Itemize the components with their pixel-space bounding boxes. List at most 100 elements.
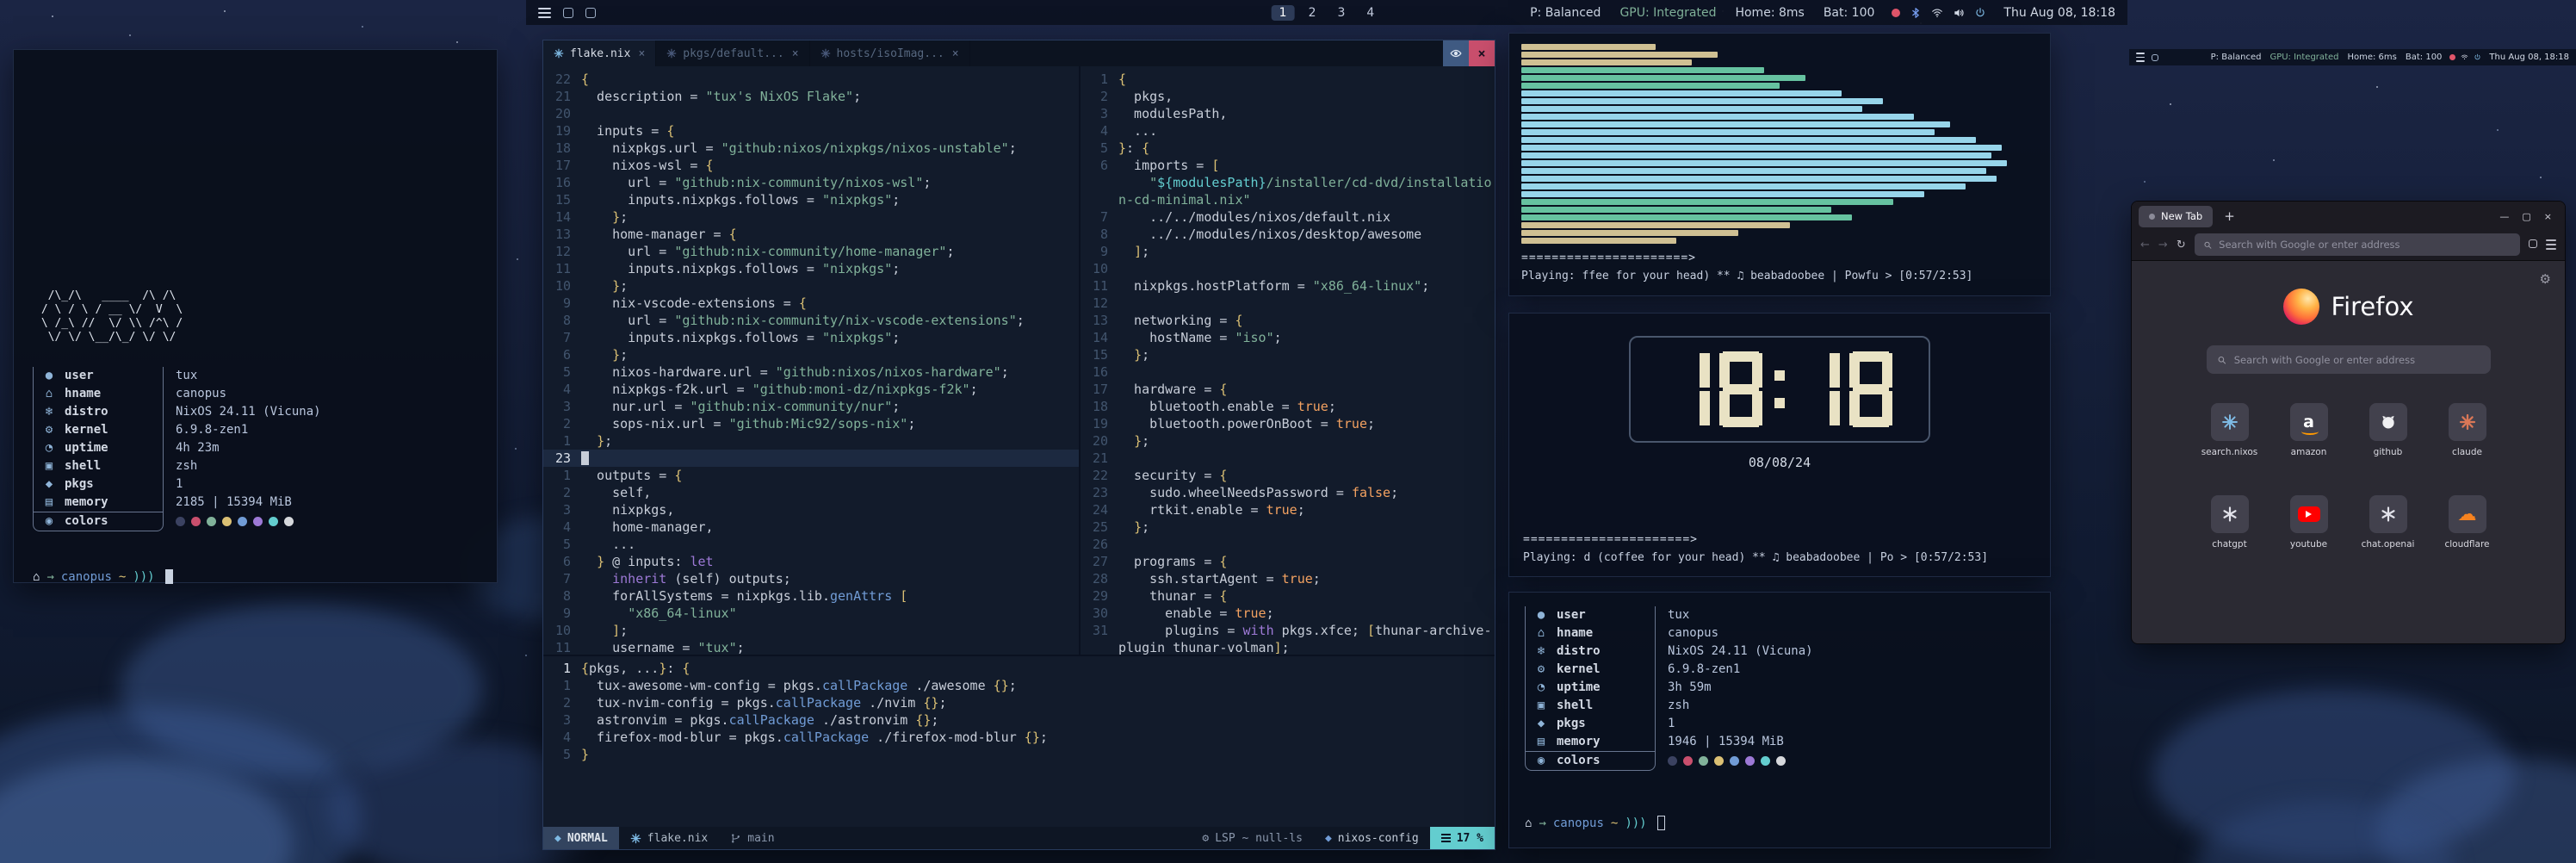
code-line[interactable]: 12	[1081, 295, 1495, 312]
tray-apps-icon[interactable]	[2152, 54, 2158, 61]
editor-pane-flake[interactable]: 22{ 21 description = "tux's NixOS Flake"…	[543, 66, 1081, 655]
personalize-gear-icon[interactable]: ⚙	[2540, 271, 2551, 287]
code-line[interactable]: 4 home-manager,	[543, 518, 1079, 536]
editor-tab[interactable]: pkgs/default... ×	[656, 40, 809, 66]
address-bar[interactable]	[2195, 233, 2520, 256]
code-line[interactable]: 26	[1081, 536, 1495, 553]
code-line[interactable]: 7 ../../modules/nixos/default.nix	[1081, 208, 1495, 226]
code-line[interactable]: 10 ];	[543, 622, 1079, 639]
editor-tab[interactable]: hosts/isoImag... ×	[810, 40, 970, 66]
code-line[interactable]: 21 description = "tux's NixOS Flake";	[543, 88, 1079, 105]
symbols-eye-button[interactable]	[1443, 40, 1469, 66]
code-line[interactable]: 4 ...	[1081, 122, 1495, 140]
code-line[interactable]: 4 firefox-mod-blur = pkgs.callPackage ./…	[543, 729, 1495, 746]
shortcut-tile[interactable]: a ☁ cloudflare	[2428, 495, 2507, 549]
forward-icon[interactable]: →	[2158, 239, 2168, 251]
code-line[interactable]: 16	[1081, 363, 1495, 381]
code-line[interactable]: 11 inputs.nixpkgs.follows = "nixpkgs";	[543, 260, 1079, 277]
code-line[interactable]: 1 };	[543, 432, 1079, 450]
shortcut-tile[interactable]: a ☁ amazon	[2269, 403, 2349, 457]
code-line[interactable]: "${modulesPath}/installer/cd-dvd/install…	[1081, 174, 1495, 191]
code-line[interactable]: 7 inputs.nixpkgs.follows = "nixpkgs";	[543, 329, 1079, 346]
buffer-close-button[interactable]: ×	[1469, 40, 1495, 66]
code-line[interactable]: 9 "x86_64-linux"	[543, 605, 1079, 622]
code-line[interactable]: 7 inherit (self) outputs;	[543, 570, 1079, 587]
code-line[interactable]: 13 home-manager = {	[543, 226, 1079, 243]
code-line[interactable]: 1{pkgs, ...}: {	[543, 660, 1495, 677]
code-line[interactable]: 18 bluetooth.enable = true;	[1081, 398, 1495, 415]
code-line[interactable]: 15 inputs.nixpkgs.follows = "nixpkgs";	[543, 191, 1079, 208]
reload-icon[interactable]: ↻	[2177, 239, 2186, 251]
close-button[interactable]: ×	[2544, 211, 2552, 222]
shortcut-tile[interactable]: a ☁ chatgpt	[2190, 495, 2269, 549]
code-line[interactable]: 9 nix-vscode-extensions = {	[543, 295, 1079, 312]
shortcut-tile[interactable]: a ☁ github	[2349, 403, 2428, 457]
code-line[interactable]: 22 security = {	[1081, 467, 1495, 484]
volume-icon[interactable]	[1953, 7, 1965, 19]
workspace-tag[interactable]: 2	[1301, 5, 1324, 21]
code-line[interactable]: 2 tux-nvim-config = pkgs.callPackage ./n…	[543, 694, 1495, 711]
code-line[interactable]: 31 plugins = with pkgs.xfce; [thunar-arc…	[1081, 622, 1495, 639]
code-line[interactable]: 8 forAllSystems = nixpkgs.lib.genAttrs [	[543, 587, 1079, 605]
wifi-icon[interactable]	[1931, 7, 1943, 19]
newtab-search-input[interactable]	[2234, 354, 2480, 366]
code-line[interactable]: 6 };	[543, 346, 1079, 363]
code-line[interactable]: 3 nixpkgs,	[543, 501, 1079, 518]
code-line[interactable]: 2 pkgs,	[1081, 88, 1495, 105]
code-line[interactable]: 15 };	[1081, 346, 1495, 363]
code-line[interactable]: 30 enable = true;	[1081, 605, 1495, 622]
code-line[interactable]: 14 hostName = "iso";	[1081, 329, 1495, 346]
code-line[interactable]: 3 modulesPath,	[1081, 105, 1495, 122]
code-line[interactable]: 24 rtkit.enable = true;	[1081, 501, 1495, 518]
shortcut-tile[interactable]: a ☁ claude	[2428, 403, 2507, 457]
code-line[interactable]: 1 tux-awesome-wm-config = pkgs.callPacka…	[543, 677, 1495, 694]
code-line[interactable]: 5}: {	[1081, 140, 1495, 157]
browser-tab[interactable]: New Tab	[2139, 206, 2213, 227]
url-input[interactable]	[2219, 239, 2511, 251]
wifi-icon[interactable]	[2461, 53, 2468, 61]
code-line[interactable]: 23 sudo.wheelNeedsPassword = false;	[1081, 484, 1495, 501]
git-branch-segment[interactable]: main	[719, 827, 785, 849]
code-line[interactable]: 20	[543, 105, 1079, 122]
editor-tab[interactable]: flake.nix ×	[543, 40, 656, 66]
code-line[interactable]: 10 };	[543, 277, 1079, 295]
code-line[interactable]: plugin thunar-volman];	[1081, 639, 1495, 655]
shortcut-tile[interactable]: a ☁ search.nixos	[2190, 403, 2269, 457]
code-line[interactable]: 11 username = "tux";	[543, 639, 1079, 655]
code-line[interactable]: 14 };	[543, 208, 1079, 226]
menu-icon[interactable]	[2136, 53, 2145, 62]
code-line[interactable]: 3 nur.url = "github:nix-community/nur";	[543, 398, 1079, 415]
maximize-button[interactable]: ▢	[2522, 211, 2530, 222]
code-line[interactable]: 21	[1081, 450, 1495, 467]
workspace-tag[interactable]: 4	[1359, 5, 1382, 21]
code-line[interactable]: 19 bluetooth.powerOnBoot = true;	[1081, 415, 1495, 432]
app-menu-icon[interactable]	[2546, 239, 2556, 250]
tab-close-icon[interactable]: ×	[790, 47, 799, 60]
code-line[interactable]: 6 } @ inputs: let	[543, 553, 1079, 570]
code-line[interactable]: 19 inputs = {	[543, 122, 1079, 140]
editor-pane-iso[interactable]: 1{ 2 pkgs, 3 modulesPath, 4 ... 5}: { 6 …	[1081, 66, 1495, 655]
code-line[interactable]: 27 programs = {	[1081, 553, 1495, 570]
workspace-tag[interactable]: 3	[1330, 5, 1353, 21]
code-line[interactable]: 1 outputs = {	[543, 467, 1079, 484]
code-line[interactable]: 2 sops-nix.url = "github:Mic92/sops-nix"…	[543, 415, 1079, 432]
code-line[interactable]: 5 ...	[543, 536, 1079, 553]
code-line[interactable]: 6 imports = [	[1081, 157, 1495, 174]
clock-text[interactable]: Thu Aug 08, 18:18	[2003, 6, 2115, 20]
code-line[interactable]: 18 nixpkgs.url = "github:nixos/nixpkgs/n…	[543, 140, 1079, 157]
bluetooth-icon[interactable]	[1910, 7, 1922, 19]
editor-pane-pkgs[interactable]: 1{pkgs, ...}: { 1 tux-awesome-wm-config …	[543, 656, 1495, 827]
power-icon[interactable]	[1974, 7, 1986, 19]
shortcut-tile[interactable]: a ☁ chat.openai	[2349, 495, 2428, 549]
code-line[interactable]: 5}	[543, 746, 1495, 763]
tray-apps-icon[interactable]	[563, 8, 573, 18]
code-line[interactable]: 9 ];	[1081, 243, 1495, 260]
clock-text[interactable]: Thu Aug 08, 18:18	[2489, 53, 2569, 62]
code-line[interactable]: 8 ../../modules/nixos/desktop/awesome	[1081, 226, 1495, 243]
code-line[interactable]: 28 ssh.startAgent = true;	[1081, 570, 1495, 587]
tab-close-icon[interactable]: ×	[636, 47, 645, 60]
shortcut-tile[interactable]: a ☁ youtube	[2269, 495, 2349, 549]
code-line[interactable]: 3 astronvim = pkgs.callPackage ./astronv…	[543, 711, 1495, 729]
code-line[interactable]: n-cd-minimal.nix"	[1081, 191, 1495, 208]
shell-prompt[interactable]: ⌂ → canopus ~ )))	[1525, 816, 2034, 830]
